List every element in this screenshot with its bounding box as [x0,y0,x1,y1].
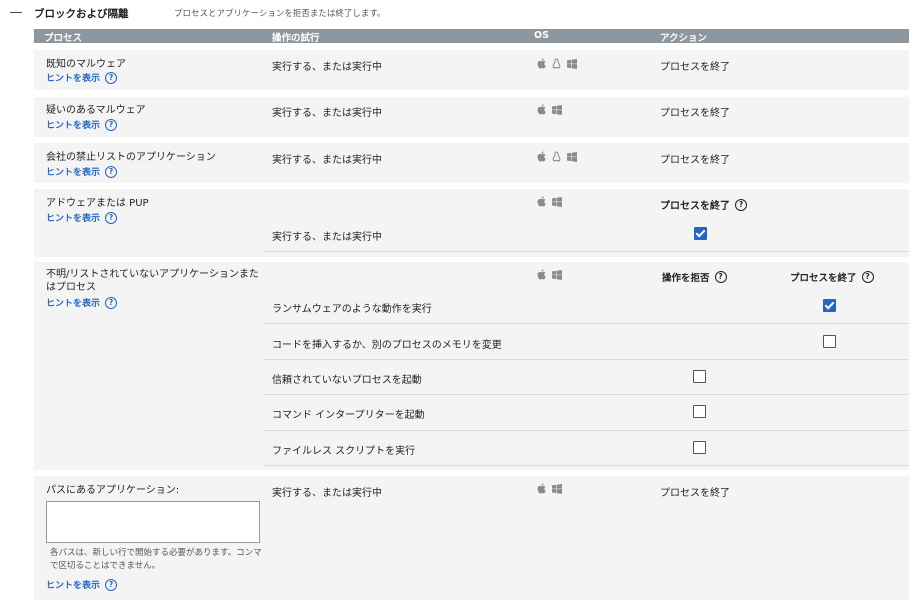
action-text: プロセスを終了 [660,62,730,73]
deny-checkbox-untrusted-process[interactable] [693,370,706,383]
column-header-os: OS [534,30,549,41]
hint-link[interactable]: ヒントを表示 ? [46,71,118,84]
help-icon[interactable]: ? [105,211,118,224]
action-text: プロセスを終了 [660,108,730,119]
hint-link-label: ヒントを表示 [46,214,101,224]
section-header: ブロックおよび隔離 プロセスとアプリケーションを拒否または終了します。 [0,0,920,26]
table-row-adware: アドウェアまたは PUP ヒントを表示 ? プロセスを終了 ? 実行する、または… [34,189,909,257]
table-header: プロセス 操作の試行 OS アクション [34,29,909,44]
collapse-toggle-icon[interactable] [10,12,22,13]
terminate-checkbox[interactable] [694,227,707,240]
terminate-checkbox-ransomware[interactable] [823,299,836,312]
linux-icon [552,151,561,162]
os-icons [537,196,562,207]
hint-link[interactable]: ヒントを表示 ? [46,211,118,224]
section-description: プロセスとアプリケーションを拒否または終了します。 [174,9,386,19]
os-icons [537,151,577,162]
hint-link-label: ヒントを表示 [46,299,101,309]
windows-icon [552,105,562,115]
help-icon[interactable]: ? [714,271,727,283]
section-title: ブロックおよび隔離 [34,8,129,20]
table-row-suspicious-malware: 疑いのあるマルウェア ヒントを表示 ? 実行する、または実行中 プロセスを終了 [34,97,909,137]
hint-link-label: ヒントを表示 [46,74,101,84]
hint-link[interactable]: ヒントを表示 ? [46,165,118,178]
row-label-line2: はプロセス [46,282,96,293]
row-label: 会社の禁止リストのアプリケーション [46,152,216,163]
column-header-attempt: 操作の試行 [272,33,320,44]
behavior-label-ransomware: ランサムウェアのような動作を実行 [272,304,432,315]
attempt-text: 実行する、または実行中 [272,62,382,73]
terminate-header: プロセスを終了 ? [790,270,874,284]
apple-icon [537,58,546,69]
row-label-line1: 不明/リストされていないアプリケーションまた [46,269,259,280]
os-icons [537,269,562,280]
row-label: パスにあるアプリケーション: [46,485,180,496]
help-icon[interactable]: ? [861,271,874,283]
column-header-process: プロセス [44,33,83,44]
table-row-unknown-process: 不明/リストされていないアプリケーションまた はプロセス ヒントを表示 ? 操作… [34,262,909,470]
windows-icon [552,270,562,280]
os-icons [537,483,562,494]
path-note-line2: で区切ることはできません。 [50,561,161,571]
behavior-label-command-interpreter: コマンド インタープリターを起動 [272,410,425,421]
action-text: プロセスを終了 [660,155,730,166]
terminate-header-label: プロセスを終了 [660,201,730,212]
terminate-checkbox-code-injection[interactable] [823,335,836,348]
attempt-text: 実行する、または実行中 [272,232,382,243]
column-header-action: アクション [660,33,708,44]
hint-link-label: ヒントを表示 [46,168,101,178]
apple-icon [537,196,546,207]
help-icon[interactable]: ? [735,198,747,211]
apple-icon [537,151,546,162]
hint-link-label: ヒントを表示 [46,581,101,591]
terminate-header: プロセスを終了 ? [660,197,747,212]
path-textarea[interactable] [46,501,260,543]
action-text: プロセスを終了 [660,488,730,499]
behavior-label-code-injection: コードを挿入するか、別のプロセスのメモリを変更 [272,340,502,351]
row-label: 疑いのあるマルウェア [46,105,146,116]
os-icons [537,104,562,115]
deny-checkbox-fileless-script[interactable] [693,441,706,454]
windows-icon [552,197,562,207]
behavior-label-untrusted-process: 信頼されていないプロセスを起動 [272,375,422,386]
hint-link-label: ヒントを表示 [46,121,101,131]
apple-icon [537,483,546,494]
table-row-company-blacklist: 会社の禁止リストのアプリケーション ヒントを表示 ? 実行する、または実行中 プ… [34,143,909,183]
linux-icon [552,58,561,69]
hint-link[interactable]: ヒントを表示 ? [46,578,118,591]
help-icon[interactable]: ? [105,296,118,309]
hint-link[interactable]: ヒントを表示 ? [46,118,118,131]
apple-icon [537,269,546,280]
attempt-text: 実行する、または実行中 [272,155,382,166]
deny-header-label: 操作を拒否 [662,273,710,284]
help-icon[interactable]: ? [105,578,118,591]
attempt-text: 実行する、または実行中 [272,488,382,499]
help-icon[interactable]: ? [105,118,118,131]
attempt-text: 実行する、または実行中 [272,108,382,119]
row-label: アドウェアまたは PUP [46,198,149,209]
os-icons [537,58,577,69]
path-note-line1: 各パスは、新しい行で開始する必要があります。コンマ [50,548,262,558]
windows-icon [552,484,562,494]
windows-icon [567,59,577,69]
deny-checkbox-command-interpreter[interactable] [693,405,706,418]
behavior-label-fileless-script: ファイルレス スクリプトを実行 [272,446,416,457]
help-icon[interactable]: ? [105,165,118,178]
hint-link[interactable]: ヒントを表示 ? [46,296,118,309]
help-icon[interactable]: ? [105,71,118,84]
windows-icon [567,152,577,162]
row-label: 既知のマルウェア [46,59,126,70]
deny-header: 操作を拒否 ? [662,270,727,284]
table-row-known-malware: 既知のマルウェア ヒントを表示 ? 実行する、または実行中 プロセスを終了 [34,50,909,90]
apple-icon [537,104,546,115]
terminate-header-label: プロセスを終了 [790,273,857,284]
